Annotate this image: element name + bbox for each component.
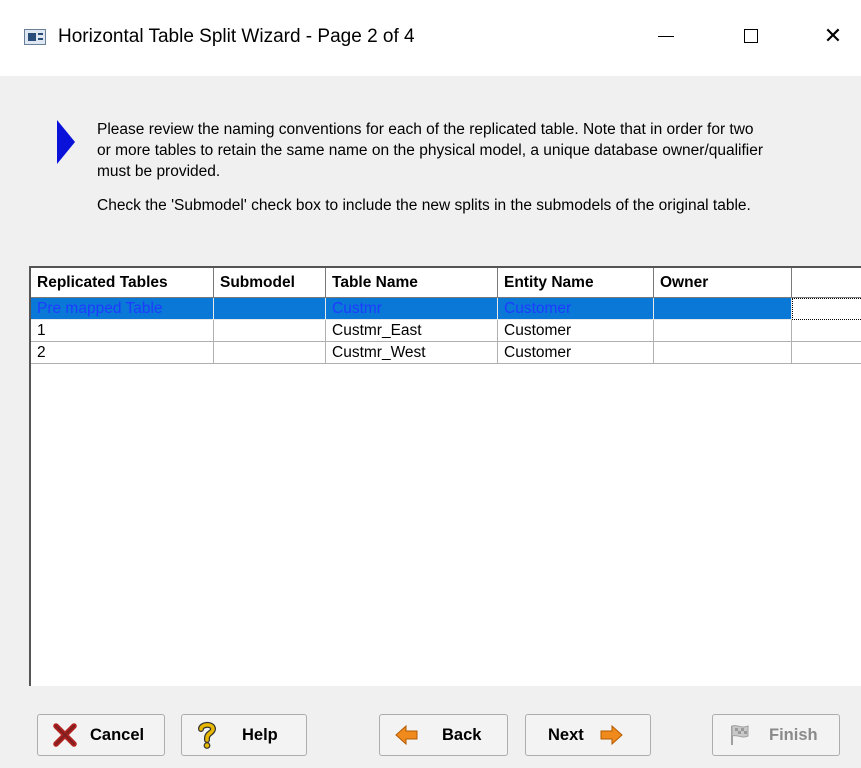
help-button[interactable]: Help [181,714,307,756]
cell-submodel-checkbox[interactable] [214,342,326,364]
finish-label: Finish [769,725,818,744]
minimize-icon [658,35,674,37]
column-header-submodel[interactable]: Submodel [214,268,326,298]
cell-replicated[interactable]: 2 [31,342,214,364]
cell-submodel-checkbox[interactable] [214,320,326,342]
cell-replicated[interactable]: 1 [31,320,214,342]
instruction-paragraph-1: Please review the naming conventions for… [97,121,764,180]
cancel-button[interactable]: Cancel [37,714,165,756]
back-button[interactable]: Back [379,714,508,756]
cell-replicated[interactable]: Pre mapped Table [31,298,214,320]
column-header-entity-name[interactable]: Entity Name [498,268,654,298]
replicated-tables-grid[interactable]: Replicated Tables Submodel Table Name En… [29,266,861,686]
minimize-button[interactable] [643,18,689,54]
column-header-owner[interactable]: Owner [654,268,792,298]
cell-submodel-checkbox[interactable] [214,298,326,320]
close-icon: ✕ [823,23,843,48]
cell-entity-name[interactable]: Customer [498,320,654,342]
cell-owner[interactable] [654,342,792,364]
help-label: Help [242,725,278,744]
cell-extra[interactable] [792,320,861,342]
checkered-flag-icon [727,722,753,748]
question-icon [194,721,220,749]
back-label: Back [442,725,482,744]
wizard-window: Horizontal Table Split Wizard - Page 2 o… [0,0,861,768]
app-icon [24,29,46,45]
pointer-arrow-icon [57,120,75,164]
grid-header: Replicated Tables Submodel Table Name En… [31,268,861,298]
column-header-extra[interactable] [792,268,861,298]
cell-table-name[interactable]: Custmr_West [326,342,498,364]
maximize-icon [744,29,758,43]
table-row[interactable]: 2 Custmr_West Customer [31,342,861,364]
cell-owner[interactable] [654,298,792,320]
close-button[interactable]: ✕ [810,18,856,54]
title-bar: Horizontal Table Split Wizard - Page 2 o… [0,0,861,76]
cell-entity-name[interactable]: Customer [498,298,654,320]
column-header-table-name[interactable]: Table Name [326,268,498,298]
column-header-replicated-tables[interactable]: Replicated Tables [31,268,214,298]
maximize-button[interactable] [728,18,774,54]
arrow-left-icon [394,722,420,748]
finish-button[interactable]: Finish [712,714,840,756]
x-icon [52,722,78,748]
table-row-selected[interactable]: Pre mapped Table Custmr Customer [31,298,861,320]
next-label: Next [548,725,584,744]
cell-extra[interactable] [792,342,861,364]
cell-owner[interactable] [654,320,792,342]
table-row[interactable]: 1 Custmr_East Customer [31,320,861,342]
cancel-label: Cancel [90,725,145,744]
instruction-paragraph-2: Check the 'Submodel' check box to includ… [97,197,751,214]
cell-table-name[interactable]: Custmr_East [326,320,498,342]
cell-entity-name[interactable]: Customer [498,342,654,364]
cell-table-name[interactable]: Custmr [326,298,498,320]
cell-extra[interactable] [792,298,861,320]
arrow-right-icon [598,722,624,748]
window-title: Horizontal Table Split Wizard - Page 2 o… [58,26,415,47]
next-button[interactable]: Next [525,714,651,756]
